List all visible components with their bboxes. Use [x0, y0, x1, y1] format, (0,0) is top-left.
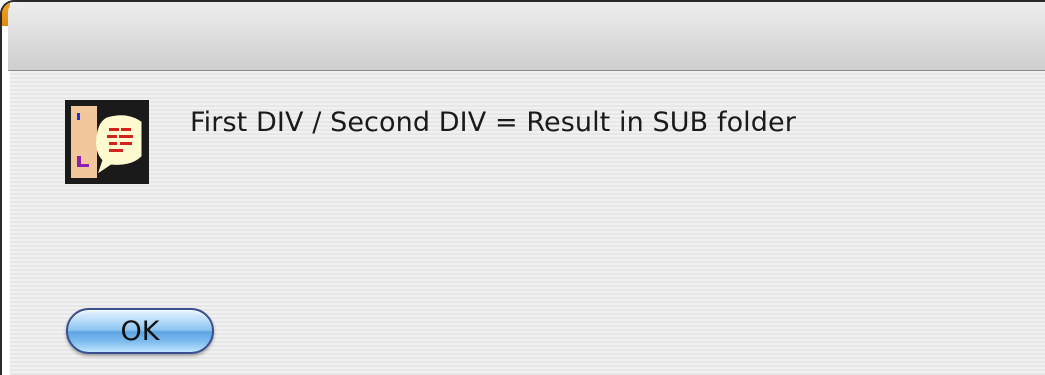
dialog-message: First DIV / Second DIV = Result in SUB f… — [190, 107, 796, 138]
window-titlebar[interactable] — [8, 2, 1045, 71]
document-speech-bubble-icon — [65, 100, 149, 184]
alert-dialog-window: First DIV / Second DIV = Result in SUB f… — [0, 0, 1045, 375]
ok-button[interactable]: OK — [66, 308, 214, 354]
dialog-content: First DIV / Second DIV = Result in SUB f… — [10, 71, 1045, 375]
